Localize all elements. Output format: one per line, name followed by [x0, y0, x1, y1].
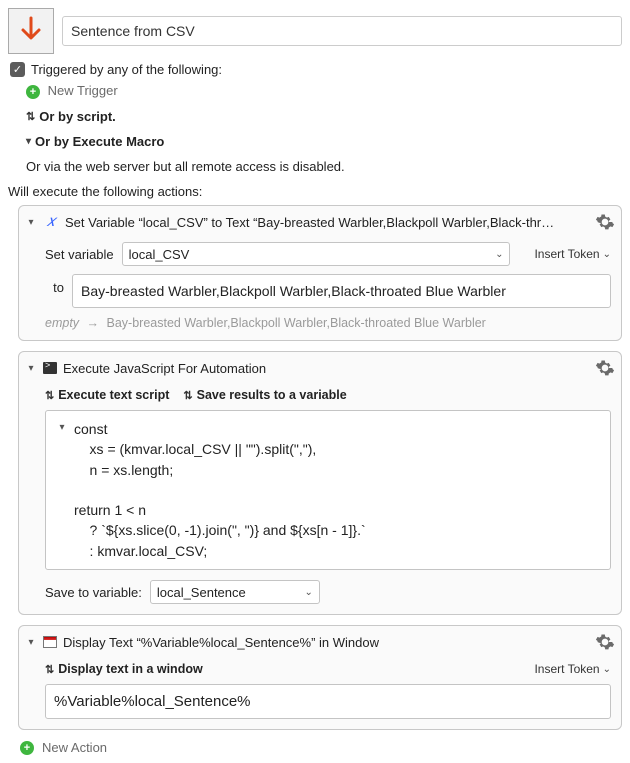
save-variable-value: local_Sentence [157, 585, 246, 600]
updown-icon: ⇅ [183, 389, 192, 402]
chevron-down-icon: ⌄ [304, 587, 312, 598]
insert-token-label: Insert Token [534, 662, 599, 676]
insert-token-button[interactable]: Insert Token ⌄ [534, 247, 611, 261]
execute-text-script-label: Execute text script [58, 388, 169, 402]
gear-icon[interactable] [595, 212, 615, 232]
or-execute-row[interactable]: ▾ Or by Execute Macro [26, 134, 622, 149]
or-execute-label: Or by Execute Macro [35, 134, 164, 149]
to-label: to [45, 274, 64, 295]
chevron-down-icon: ▾ [56, 422, 68, 561]
action-header[interactable]: ▾ Execute JavaScript For Automation [19, 352, 621, 384]
macro-name-input[interactable] [62, 16, 622, 46]
updown-icon: ⇅ [45, 389, 54, 402]
or-script-row[interactable]: ⇅ Or by script. [26, 109, 622, 124]
action-header[interactable]: ▾ 𝑥 Set Variable “local_CSV” to Text “Ba… [19, 206, 621, 238]
chevron-down-icon: ⌄ [603, 249, 611, 260]
action-title: Set Variable “local_CSV” to Text “Bay-br… [65, 215, 589, 230]
preview-after: Bay-breasted Warbler,Blackpoll Warbler,B… [107, 316, 486, 330]
variable-name-value: local_CSV [129, 247, 190, 262]
script-code: const xs = (kmvar.local_CSV || "").split… [74, 419, 366, 561]
gear-icon[interactable] [595, 632, 615, 652]
new-trigger-row[interactable]: + New Trigger [26, 83, 622, 99]
updown-icon: ⇅ [26, 110, 35, 123]
preview-row: empty → Bay-breasted Warbler,Blackpoll W… [45, 316, 611, 330]
or-web-label: Or via the web server but all remote acc… [26, 159, 622, 174]
plus-icon: + [26, 85, 40, 99]
triggers-label: Triggered by any of the following: [31, 62, 222, 77]
triggers-row: ✓ Triggered by any of the following: [10, 62, 622, 77]
action-display-text: ▾ Display Text “%Variable%local_Sentence… [18, 625, 622, 730]
variable-x-icon: 𝑥 [43, 213, 59, 231]
variable-name-input[interactable]: local_CSV ⌄ [122, 242, 511, 266]
updown-icon: ⇅ [45, 663, 54, 676]
action-set-variable: ▾ 𝑥 Set Variable “local_CSV” to Text “Ba… [18, 205, 622, 341]
display-text-input[interactable]: %Variable%local_Sentence% [45, 684, 611, 719]
plus-icon: + [20, 741, 34, 755]
execute-text-script-option[interactable]: ⇅ Execute text script [45, 388, 169, 402]
chevron-down-icon: ▾ [25, 637, 37, 648]
save-results-option[interactable]: ⇅ Save results to a variable [183, 388, 346, 402]
chevron-down-icon: ▾ [25, 363, 37, 374]
preview-before: empty [45, 316, 79, 330]
display-text-option[interactable]: ⇅ Display text in a window [45, 662, 203, 676]
action-execute-javascript: ▾ Execute JavaScript For Automation ⇅ Ex… [18, 351, 622, 615]
script-code-input[interactable]: ▾ const xs = (kmvar.local_CSV || "").spl… [45, 410, 611, 570]
insert-token-button[interactable]: Insert Token ⌄ [534, 662, 611, 676]
execute-actions-label: Will execute the following actions: [8, 184, 622, 199]
display-text-value: %Variable%local_Sentence% [54, 693, 251, 710]
terminal-icon [43, 362, 57, 374]
macro-icon-box[interactable] [8, 8, 54, 54]
gear-icon[interactable] [595, 358, 615, 378]
chevron-down-icon: ⌄ [603, 664, 611, 675]
action-header[interactable]: ▾ Display Text “%Variable%local_Sentence… [19, 626, 621, 658]
text-value: Bay-breasted Warbler,Blackpoll Warbler,B… [81, 283, 506, 299]
arrow-down-icon [18, 16, 44, 46]
set-variable-label: Set variable [45, 247, 114, 262]
save-variable-select[interactable]: local_Sentence ⌄ [150, 580, 320, 604]
action-title: Execute JavaScript For Automation [63, 361, 589, 376]
save-to-variable-label: Save to variable: [45, 585, 142, 600]
new-trigger-label: New Trigger [48, 83, 118, 98]
new-action-label: New Action [42, 740, 107, 755]
window-icon [43, 636, 57, 648]
insert-token-label: Insert Token [534, 247, 599, 261]
chevron-down-icon: ▾ [25, 217, 37, 228]
chevron-down-icon: ⌄ [495, 249, 503, 260]
new-action-button[interactable]: + New Action [20, 740, 622, 755]
save-results-label: Save results to a variable [197, 388, 347, 402]
action-title: Display Text “%Variable%local_Sentence%”… [63, 635, 589, 650]
triggers-checkbox[interactable]: ✓ [10, 62, 25, 77]
macro-header [8, 8, 622, 54]
text-value-input[interactable]: Bay-breasted Warbler,Blackpoll Warbler,B… [72, 274, 611, 308]
arrow-right-icon: → [87, 316, 100, 330]
display-text-label: Display text in a window [58, 662, 202, 676]
chevron-down-icon: ▾ [26, 136, 31, 147]
or-script-label: Or by script. [39, 109, 116, 124]
